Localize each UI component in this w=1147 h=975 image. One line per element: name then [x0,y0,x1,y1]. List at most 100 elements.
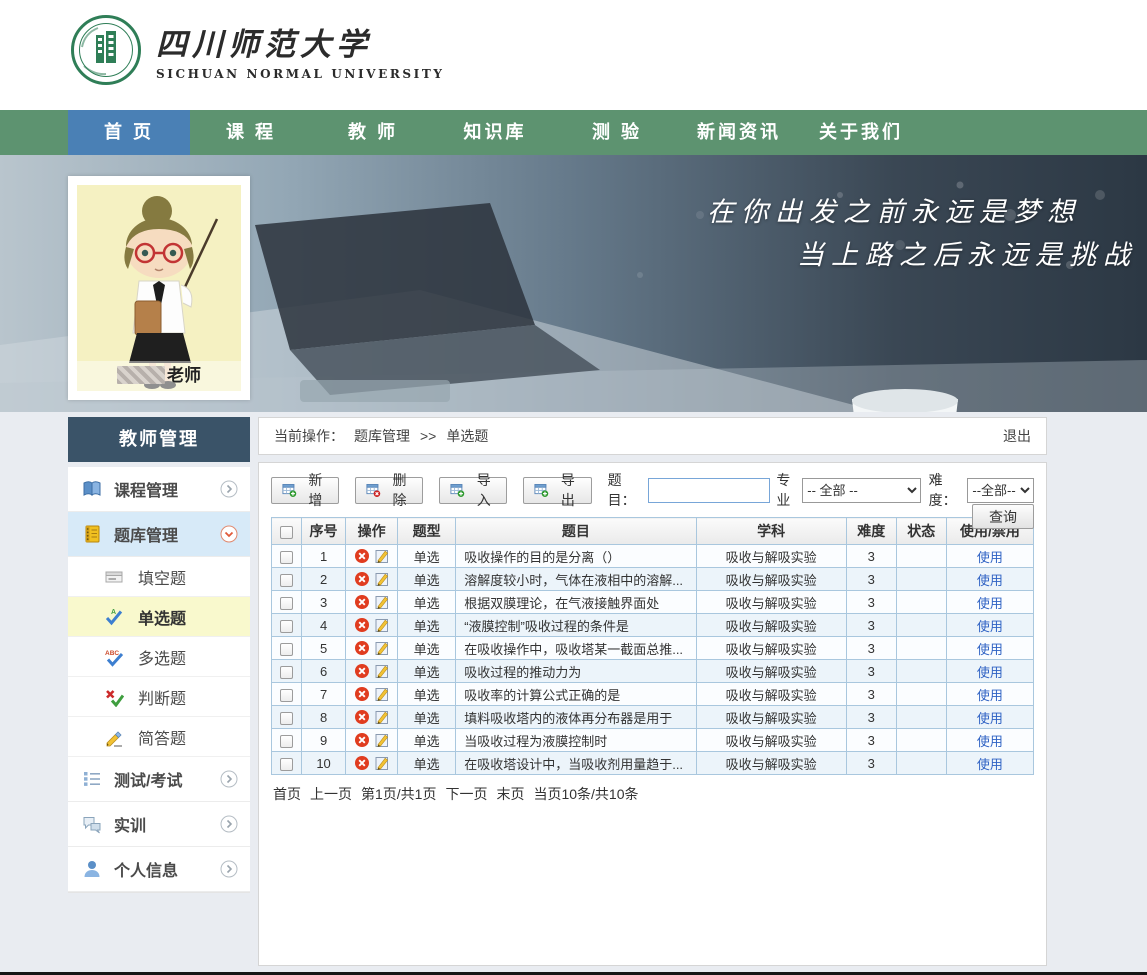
nav-item[interactable]: 首 页 [68,110,190,155]
use-link[interactable]: 使用 [977,596,1003,611]
row-checkbox[interactable] [280,689,293,702]
question-table: 序号 操作 题型 题目 学科 难度 状态 使用/禁用 1 [271,517,1034,775]
col-subject: 学科 [696,518,846,545]
nav-item[interactable]: 测 验 [556,110,678,155]
difficulty-select[interactable]: --全部-- [967,478,1034,503]
use-link[interactable]: 使用 [977,734,1003,749]
question-input[interactable] [648,478,770,503]
question-panel: 新增 删除 [258,462,1047,966]
person-icon [82,859,102,879]
row-checkbox[interactable] [280,551,293,564]
nav-item[interactable]: 知识库 [434,110,556,155]
delete-row-icon[interactable] [354,617,370,633]
sidebar-item-label: 测试/考试 [114,767,182,791]
import-button[interactable]: 导入 [439,477,507,504]
pagination-first[interactable]: 首页 [273,784,301,804]
row-subject: 吸收与解吸实验 [696,660,846,683]
sidebar-subitem-multi-choice[interactable]: ABC 多选题 [68,637,250,677]
delete-row-icon[interactable] [354,571,370,587]
row-status [896,683,946,706]
nav-item[interactable]: 教 师 [312,110,434,155]
edit-row-icon[interactable] [374,709,390,725]
row-subject: 吸收与解吸实验 [696,545,846,568]
nav-item[interactable]: 课 程 [190,110,312,155]
delete-row-icon[interactable] [354,640,370,656]
list-icon [82,769,102,789]
row-status [896,729,946,752]
row-checkbox[interactable] [280,758,293,771]
select-all-checkbox[interactable] [280,526,293,539]
table-row: 1 [272,545,1034,568]
delete-row-icon[interactable] [354,755,370,771]
use-link[interactable]: 使用 [977,573,1003,588]
svg-text:ABC: ABC [105,650,119,657]
pagination-next[interactable]: 下一页 [445,784,487,804]
row-status [896,568,946,591]
row-checkbox[interactable] [280,666,293,679]
table-row: 6 [272,660,1034,683]
edit-row-icon[interactable] [374,594,390,610]
edit-row-icon[interactable] [374,755,390,771]
row-subject: 吸收与解吸实验 [696,614,846,637]
row-subject: 吸收与解吸实验 [696,729,846,752]
edit-row-icon[interactable] [374,640,390,656]
delete-row-icon[interactable] [354,594,370,610]
teacher-name: 老师 [77,361,241,391]
book-icon [82,479,102,499]
sidebar-subitem-judgment[interactable]: 判断题 [68,677,250,717]
query-button[interactable]: 查询 [972,504,1034,529]
table-row: 2 [272,568,1034,591]
delete-button[interactable]: 删除 [355,477,423,504]
delete-row-icon[interactable] [354,686,370,702]
row-checkbox[interactable] [280,712,293,725]
sidebar-item-personal-info[interactable]: 个人信息 [68,847,250,892]
use-link[interactable]: 使用 [977,711,1003,726]
row-type: 单选 [398,729,456,752]
edit-row-icon[interactable] [374,571,390,587]
use-link[interactable]: 使用 [977,665,1003,680]
site-header: 四川师范大学 SICHUAN NORMAL UNIVERSITY [0,0,1147,110]
difficulty-filter-label: 难度： [929,470,968,510]
teacher-name-censored [117,366,165,384]
use-link[interactable]: 使用 [977,688,1003,703]
use-link[interactable]: 使用 [977,757,1003,772]
row-difficulty: 3 [846,591,896,614]
export-button[interactable]: 导出 [523,477,591,504]
row-checkbox[interactable] [280,574,293,587]
edit-row-icon[interactable] [374,686,390,702]
row-title: 吸收过程的推动力为 [456,660,696,683]
delete-row-icon[interactable] [354,709,370,725]
sidebar-subitem-fill-blank[interactable]: 填空题 [68,557,250,597]
toolbar: 新增 删除 [271,475,1034,505]
sidebar-subitem-short-answer[interactable]: 简答题 [68,717,250,757]
main-content: 当前操作： 题库管理 >> 单选题 退出 新增 [258,417,1047,966]
edit-row-icon[interactable] [374,663,390,679]
major-select[interactable]: -- 全部 -- [802,478,920,503]
sidebar-item-course-management[interactable]: 课程管理 [68,467,250,512]
row-checkbox[interactable] [280,597,293,610]
edit-row-icon[interactable] [374,617,390,633]
edit-row-icon[interactable] [374,732,390,748]
nav-item[interactable]: 关于我们 [800,110,922,155]
sidebar-item-question-bank[interactable]: 题库管理 [68,512,250,557]
pagination-last[interactable]: 末页 [496,784,524,804]
sidebar-subitem-single-choice[interactable]: A 单选题 [68,597,250,637]
use-link[interactable]: 使用 [977,642,1003,657]
use-link[interactable]: 使用 [977,619,1003,634]
use-link[interactable]: 使用 [977,550,1003,565]
add-button[interactable]: 新增 [271,477,339,504]
delete-row-icon[interactable] [354,732,370,748]
logout-link[interactable]: 退出 [1003,426,1031,446]
sidebar-item-practice[interactable]: 实训 [68,802,250,847]
nav-item[interactable]: 新闻资讯 [678,110,800,155]
row-checkbox[interactable] [280,620,293,633]
delete-row-icon[interactable] [354,663,370,679]
row-checkbox[interactable] [280,643,293,656]
pagination-info: 第1页/共1页 [361,784,436,804]
breadcrumb-current: 单选题 [446,426,488,446]
pagination-prev[interactable]: 上一页 [310,784,352,804]
delete-row-icon[interactable] [354,548,370,564]
edit-row-icon[interactable] [374,548,390,564]
sidebar-item-test-exam[interactable]: 测试/考试 [68,757,250,802]
row-checkbox[interactable] [280,735,293,748]
